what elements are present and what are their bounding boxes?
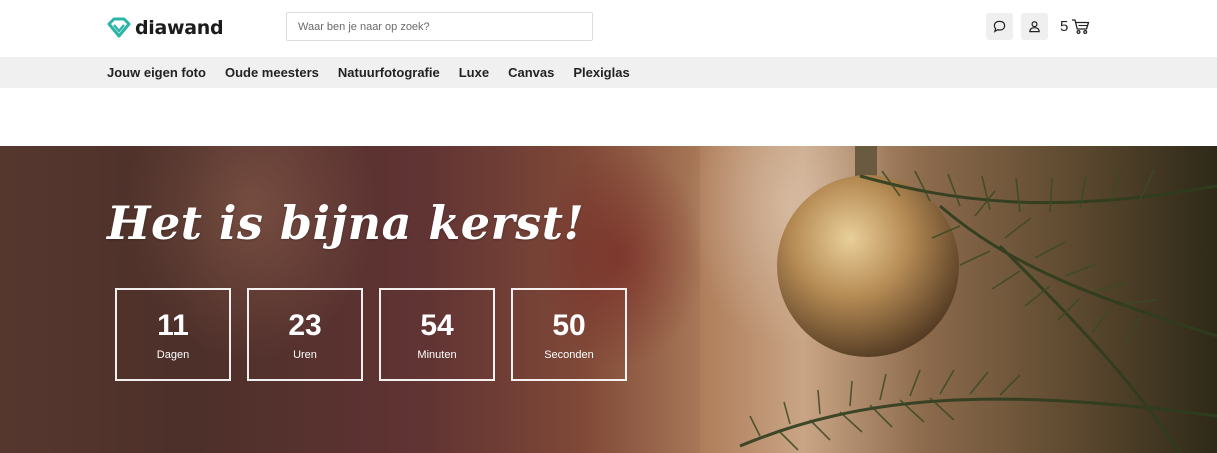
main-navigation: Jouw eigen foto Oude meesters Natuurfoto… [0,57,1217,88]
search-input[interactable] [286,12,593,41]
nav-item-plexiglas[interactable]: Plexiglas [573,65,629,80]
countdown-hours-value: 23 [288,308,322,342]
christmas-hero-banner: Het is bijna kerst! 11 Dagen 23 Uren 54 … [0,146,1217,453]
nav-item-oude-meesters[interactable]: Oude meesters [225,65,319,80]
cart-button[interactable]: 5 [1060,15,1090,37]
countdown-hours-label: Uren [293,348,317,361]
countdown-days-value: 11 [157,308,189,342]
site-header: diawand 5 [0,0,1217,57]
nav-item-canvas[interactable]: Canvas [508,65,554,80]
countdown-minutes: 54 Minuten [379,288,495,381]
countdown-timer: 11 Dagen 23 Uren 54 Minuten 50 Seconden [115,288,627,381]
nav-item-natuurfotografie[interactable]: Natuurfotografie [338,65,440,80]
countdown-seconds-value: 50 [552,308,586,342]
chat-button[interactable] [986,13,1013,40]
countdown-minutes-value: 54 [420,308,454,342]
countdown-seconds: 50 Seconden [511,288,627,381]
countdown-seconds-label: Seconden [544,348,594,361]
logo-text: diawand [135,17,224,39]
shopping-cart-icon [1072,18,1090,34]
site-logo[interactable]: diawand [107,14,224,42]
countdown-hours: 23 Uren [247,288,363,381]
nav-item-jouw-eigen-foto[interactable]: Jouw eigen foto [107,65,206,80]
countdown-days-label: Dagen [156,348,190,361]
account-button[interactable] [1021,13,1048,40]
hero-title: Het is bijna kerst! [107,196,585,250]
user-icon [1029,21,1040,33]
cart-count: 5 [1060,17,1069,35]
countdown-days: 11 Dagen [115,288,231,381]
nav-item-luxe[interactable]: Luxe [459,65,489,80]
countdown-minutes-label: Minuten [417,348,457,361]
diamond-logo-icon [107,17,131,38]
chat-bubble-icon [993,20,1006,33]
